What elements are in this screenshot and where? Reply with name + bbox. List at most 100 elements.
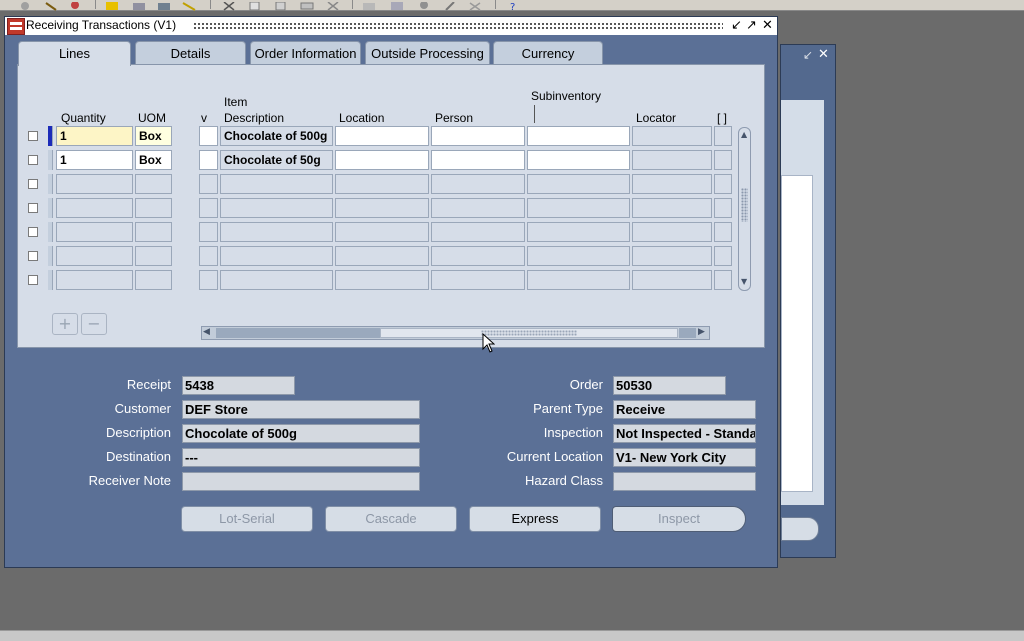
tab-lines[interactable]: Lines xyxy=(18,41,131,66)
col-header-uom: UOM xyxy=(138,111,166,125)
scroll-up-icon[interactable]: ▲ xyxy=(741,130,747,139)
close-icon[interactable]: ✕ xyxy=(761,19,774,33)
locator-field[interactable] xyxy=(632,126,712,146)
person-field[interactable] xyxy=(431,150,525,170)
parent-type-field[interactable]: Receive xyxy=(613,400,756,419)
scroll-down-icon[interactable]: ▼ xyxy=(741,277,747,286)
horizontal-scrollbar[interactable]: ◀ ▶ xyxy=(201,326,710,340)
tab-outside-processing[interactable]: Outside Processing xyxy=(365,41,490,65)
close-form-icon[interactable] xyxy=(157,0,173,10)
delete-icon[interactable] xyxy=(326,0,342,11)
row-select-checkbox[interactable] xyxy=(28,251,38,261)
print-icon[interactable] xyxy=(132,0,148,10)
tab-order-information[interactable]: Order Information xyxy=(250,41,361,65)
help-icon[interactable]: ? xyxy=(507,0,523,13)
locator-field[interactable] xyxy=(632,150,712,170)
row-select-checkbox[interactable] xyxy=(28,275,38,285)
title-bar[interactable]: Receiving Transactions (V1) ↙ ↗ ✕ xyxy=(5,17,777,35)
inspection-field[interactable]: Not Inspected - Standa xyxy=(613,424,756,443)
receiving-transactions-window: Receiving Transactions (V1) ↙ ↗ ✕ Lines … xyxy=(4,16,778,568)
switch-icon[interactable] xyxy=(182,0,198,11)
attachments-icon[interactable] xyxy=(443,0,459,11)
cascade-button[interactable]: Cascade xyxy=(325,506,457,532)
receipt-field[interactable]: 5438 xyxy=(182,376,295,395)
v-field[interactable] xyxy=(199,150,218,170)
navigator-icon[interactable] xyxy=(68,0,84,9)
row-select-checkbox[interactable] xyxy=(28,203,38,213)
col-header-description: Description xyxy=(224,111,285,125)
col-header-subinventory: Subinventory xyxy=(531,89,602,103)
parent-type-label: Parent Type xyxy=(533,401,603,416)
subinventory-field[interactable] xyxy=(527,150,630,170)
inspect-button[interactable]: Inspect xyxy=(612,506,746,532)
customer-label: Customer xyxy=(114,401,171,416)
order-field[interactable]: 50530 xyxy=(613,376,726,395)
lot-serial-button[interactable]: Lot-Serial xyxy=(181,506,313,532)
v-field[interactable] xyxy=(199,126,218,146)
current-location-label: Current Location xyxy=(506,449,603,464)
description-field[interactable]: Chocolate of 50g xyxy=(220,150,333,170)
minimize-icon[interactable]: ↙ xyxy=(730,19,743,33)
save-icon[interactable] xyxy=(105,0,121,10)
destination-label: Destination xyxy=(105,449,171,464)
new-icon[interactable] xyxy=(18,0,34,10)
clear-record-icon[interactable] xyxy=(300,0,316,10)
row-select-checkbox[interactable] xyxy=(28,179,38,189)
copy-icon[interactable] xyxy=(248,0,264,11)
zoom-icon[interactable] xyxy=(390,0,406,10)
description-field-bottom[interactable]: Chocolate of 500g xyxy=(182,424,420,443)
col-header-v: v xyxy=(201,111,207,125)
scroll-left-icon[interactable]: ◀ xyxy=(203,327,210,337)
hazard-class-label: Hazard Class xyxy=(524,473,603,488)
more-field[interactable] xyxy=(714,150,732,170)
bg-minimize-icon[interactable]: ↙ xyxy=(803,48,813,62)
row-select-checkbox[interactable] xyxy=(28,131,38,141)
location-field[interactable] xyxy=(335,150,429,170)
status-bar xyxy=(0,630,1024,641)
bg-close-icon[interactable]: ✕ xyxy=(818,47,829,62)
scroll-right-icon[interactable]: ▶ xyxy=(698,327,705,337)
inspection-label: Inspection xyxy=(543,425,603,440)
record-indicator[interactable] xyxy=(48,150,53,170)
quantity-field[interactable]: 1 xyxy=(56,126,133,146)
find-icon[interactable] xyxy=(44,0,60,11)
person-field[interactable] xyxy=(431,126,525,146)
location-field[interactable] xyxy=(335,126,429,146)
tab-currency[interactable]: Currency xyxy=(493,41,603,65)
uom-field[interactable]: Box xyxy=(135,150,172,170)
translations-icon[interactable] xyxy=(417,0,433,9)
bg-button[interactable] xyxy=(781,517,819,541)
maximize-icon[interactable]: ↗ xyxy=(745,19,758,33)
tab-details[interactable]: Details xyxy=(135,41,246,65)
destination-field[interactable]: --- xyxy=(182,448,420,467)
subinventory-field[interactable] xyxy=(527,126,630,146)
description-field[interactable]: Chocolate of 500g xyxy=(220,126,333,146)
oracle-app-icon xyxy=(7,18,25,35)
col-header-quantity: Quantity xyxy=(61,111,106,125)
col-header-more[interactable]: [ ] xyxy=(717,111,727,125)
receiver-note-field[interactable] xyxy=(182,472,420,491)
vertical-scrollbar[interactable]: ▲ ▼ xyxy=(738,127,751,291)
quantity-field[interactable]: 1 xyxy=(56,150,133,170)
col-header-locator: Locator xyxy=(636,111,677,125)
customer-field[interactable]: DEF Store xyxy=(182,400,420,419)
remove-row-button[interactable]: − xyxy=(81,313,107,335)
express-button[interactable]: Express xyxy=(469,506,601,532)
row-select-checkbox[interactable] xyxy=(28,155,38,165)
current-location-field[interactable]: V1- New York City xyxy=(613,448,756,467)
current-record-indicator[interactable] xyxy=(48,126,53,146)
paste-icon[interactable] xyxy=(274,0,290,11)
lines-panel: Quantity UOM v Item Description Location… xyxy=(17,64,765,348)
col-header-item: Item xyxy=(224,95,248,109)
cut-icon[interactable] xyxy=(222,0,238,11)
receiver-note-label: Receiver Note xyxy=(88,473,171,488)
row-select-checkbox[interactable] xyxy=(28,227,38,237)
folder-tools-icon[interactable] xyxy=(468,0,484,11)
hscroll-thumb[interactable] xyxy=(380,328,678,338)
hazard-class-field[interactable] xyxy=(613,472,756,491)
uom-field[interactable]: Box xyxy=(135,126,172,146)
edit-field-icon[interactable] xyxy=(362,0,378,10)
add-row-button[interactable]: + xyxy=(52,313,78,335)
scroll-thumb[interactable] xyxy=(741,188,748,222)
more-field[interactable] xyxy=(714,126,732,146)
